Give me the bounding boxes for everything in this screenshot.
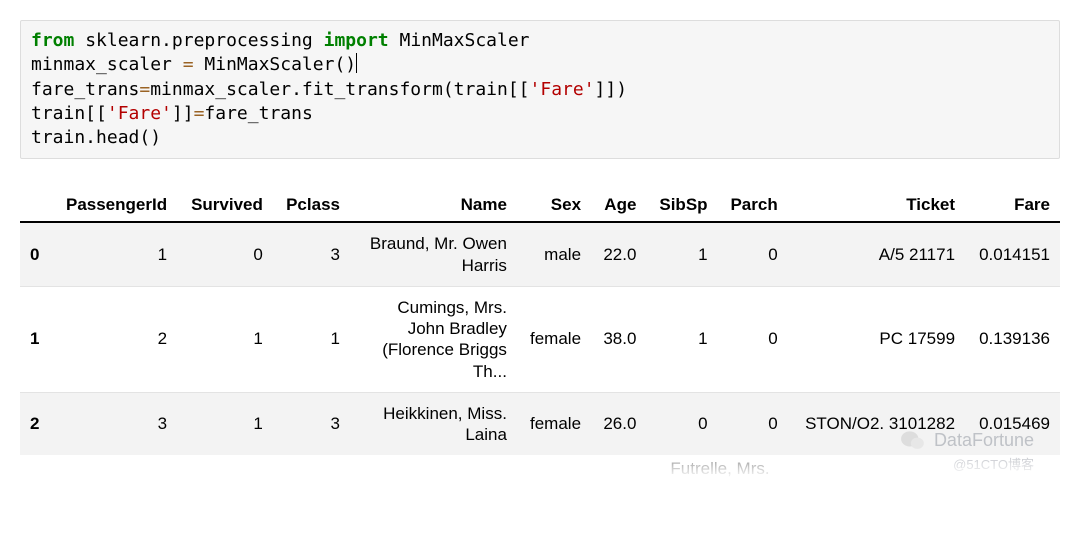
code-text: fare_trans [31, 79, 139, 100]
cell: 0.139136 [965, 286, 1060, 392]
cell: 0 [177, 222, 273, 286]
string-literal: 'Fare' [107, 103, 172, 124]
cell: 26.0 [591, 392, 646, 455]
cell: 1 [646, 286, 717, 392]
cell: 0.014151 [965, 222, 1060, 286]
row-index: 1 [20, 286, 51, 392]
cutoff-row-partial: Futrelle, Mrs. [380, 459, 1060, 479]
cell: 0 [718, 392, 788, 455]
col-fare: Fare [965, 187, 1060, 222]
cell: 1 [177, 392, 273, 455]
code-text: MinMaxScaler [389, 30, 530, 51]
code-text: fare_trans [204, 103, 312, 124]
row-index: 0 [20, 222, 51, 286]
col-parch: Parch [718, 187, 788, 222]
cell: female [517, 286, 591, 392]
cell: 0 [718, 222, 788, 286]
code-text: minmax_scaler [31, 54, 183, 75]
cell: 3 [273, 392, 350, 455]
cell: PC 17599 [788, 286, 965, 392]
col-pclass: Pclass [273, 187, 350, 222]
cell: male [517, 222, 591, 286]
cell: Braund, Mr. Owen Harris [350, 222, 517, 286]
cell: 1 [177, 286, 273, 392]
row-index: 2 [20, 392, 51, 455]
string-literal: 'Fare' [530, 79, 595, 100]
cell: 0 [718, 286, 788, 392]
cell: 1 [273, 286, 350, 392]
cell: Heikkinen, Miss. Laina [350, 392, 517, 455]
cell: 1 [646, 222, 717, 286]
kw-import: import [324, 30, 389, 51]
cell: 0 [646, 392, 717, 455]
code-text: minmax_scaler.fit_transform(train[[ [150, 79, 529, 100]
text-cursor [356, 53, 357, 73]
code-text: train[[ [31, 103, 107, 124]
col-sex: Sex [517, 187, 591, 222]
cell: Cumings, Mrs. John Bradley (Florence Bri… [350, 286, 517, 392]
col-sibsp: SibSp [646, 187, 717, 222]
col-survived: Survived [177, 187, 273, 222]
code-text: ]] [172, 103, 194, 124]
code-text: sklearn.preprocessing [74, 30, 323, 51]
dataframe-output: PassengerId Survived Pclass Name Sex Age… [20, 187, 1060, 455]
cell: A/5 21171 [788, 222, 965, 286]
operator-eq: = [183, 54, 194, 75]
col-ticket: Ticket [788, 187, 965, 222]
code-text: train.head() [31, 127, 161, 148]
col-passengerid: PassengerId [51, 187, 177, 222]
table-row: 1 2 1 1 Cumings, Mrs. John Bradley (Flor… [20, 286, 1060, 392]
index-header [20, 187, 51, 222]
operator-eq: = [139, 79, 150, 100]
col-name: Name [350, 187, 517, 222]
cell: female [517, 392, 591, 455]
cell: 0.015469 [965, 392, 1060, 455]
code-cell[interactable]: from sklearn.preprocessing import MinMax… [20, 20, 1060, 159]
code-text: ]]) [595, 79, 628, 100]
cell: 38.0 [591, 286, 646, 392]
table-header-row: PassengerId Survived Pclass Name Sex Age… [20, 187, 1060, 222]
cell: 22.0 [591, 222, 646, 286]
cell: 3 [273, 222, 350, 286]
cell: 2 [51, 286, 177, 392]
operator-eq: = [194, 103, 205, 124]
table-row: 2 3 1 3 Heikkinen, Miss. Laina female 26… [20, 392, 1060, 455]
col-age: Age [591, 187, 646, 222]
cell: 3 [51, 392, 177, 455]
cell: STON/O2. 3101282 [788, 392, 965, 455]
code-text: MinMaxScaler() [194, 54, 357, 75]
cell: 1 [51, 222, 177, 286]
kw-from: from [31, 30, 74, 51]
table-row: 0 1 0 3 Braund, Mr. Owen Harris male 22.… [20, 222, 1060, 286]
